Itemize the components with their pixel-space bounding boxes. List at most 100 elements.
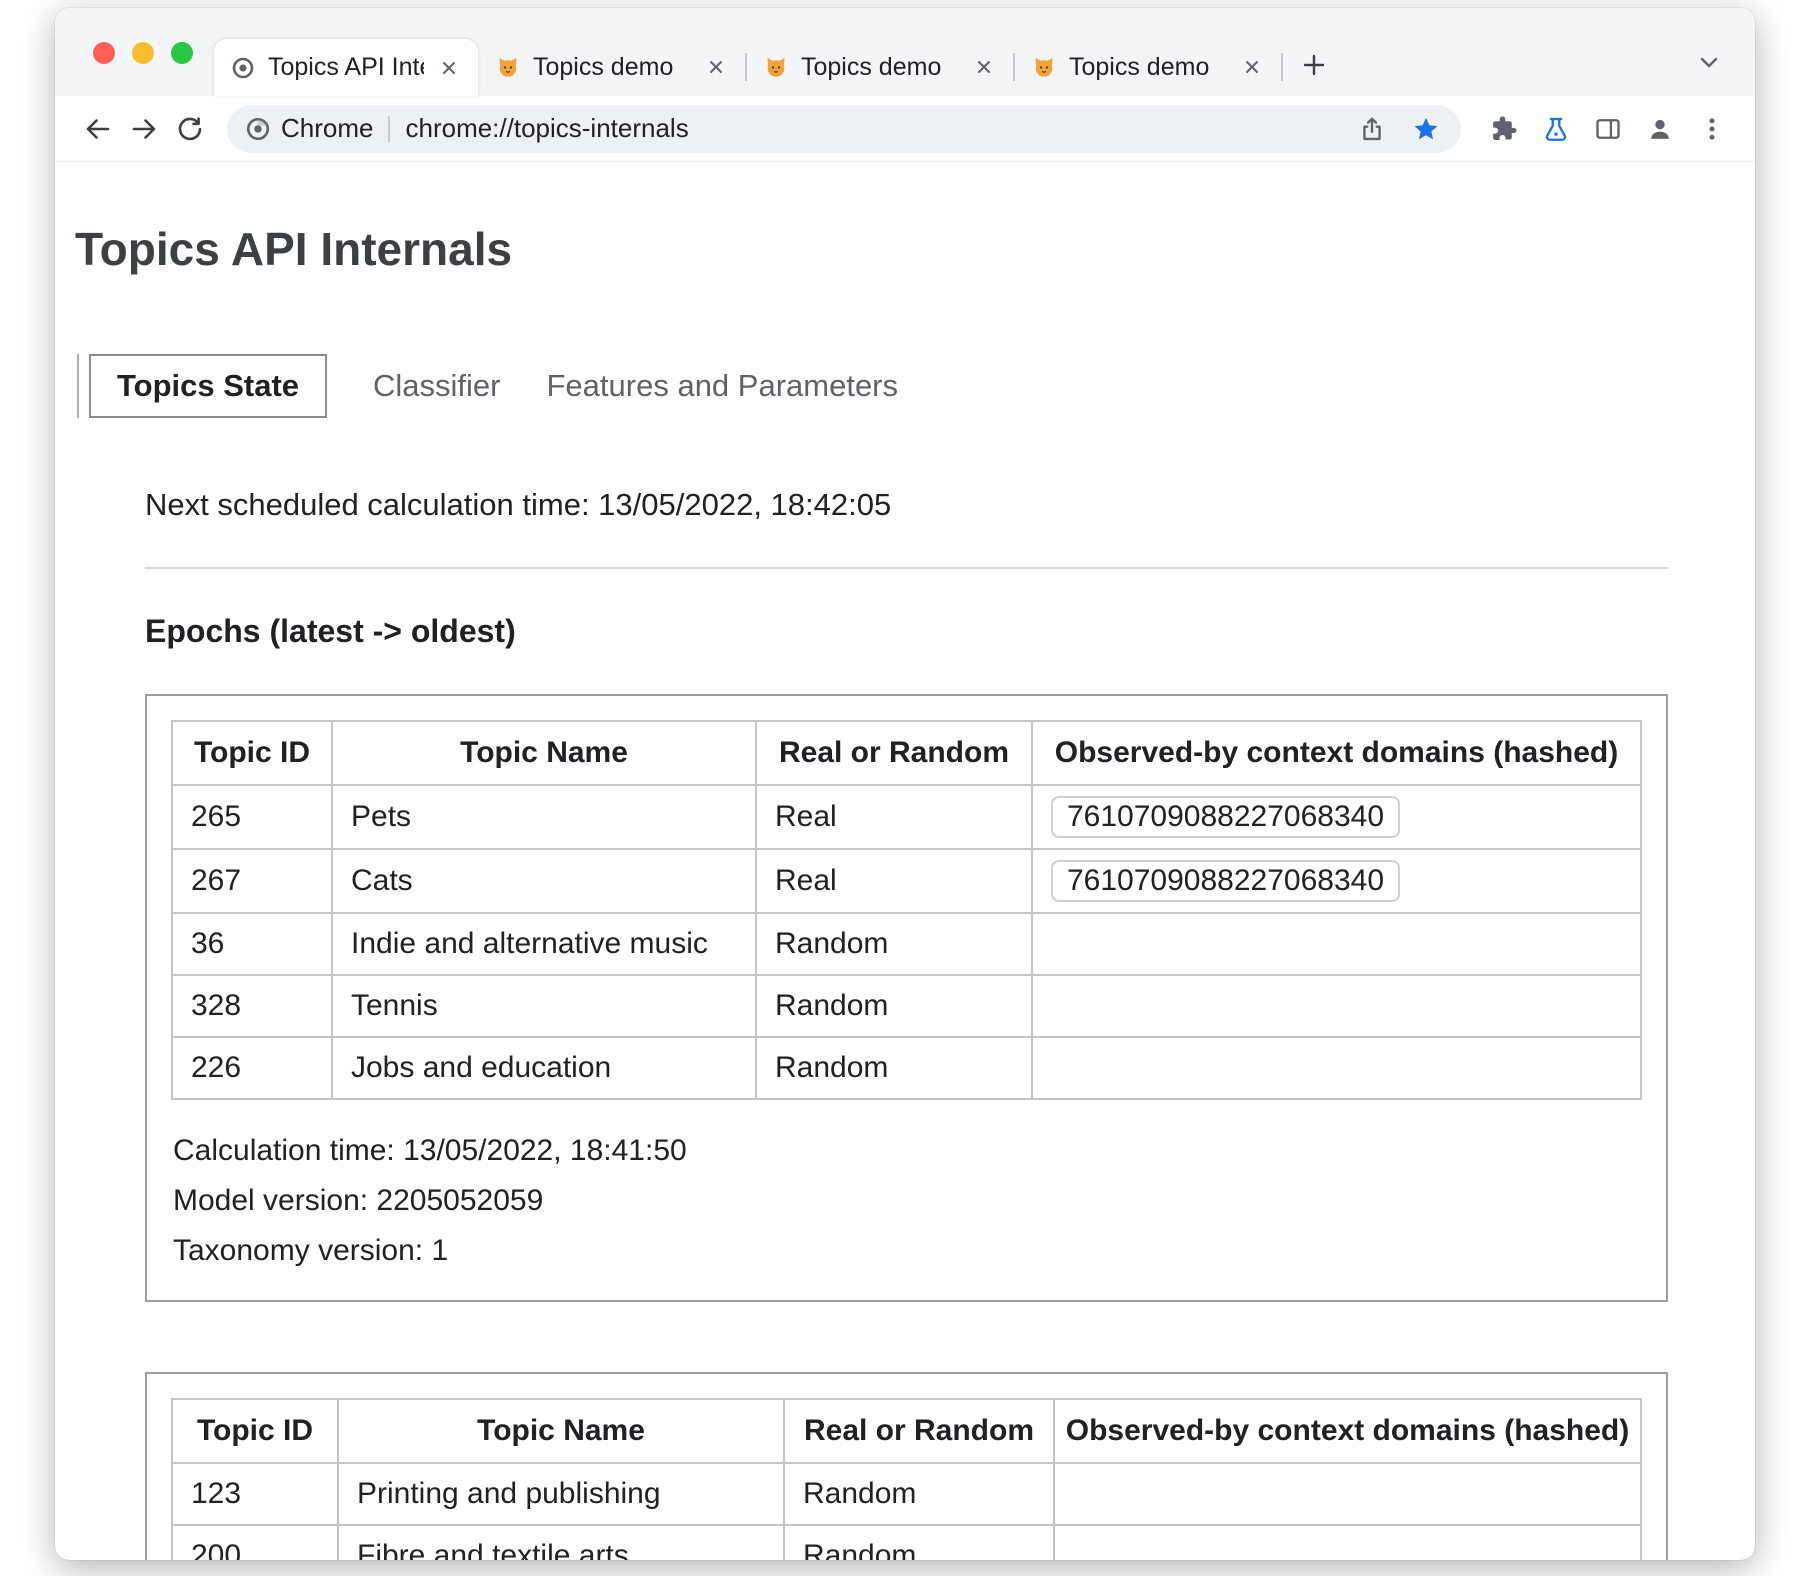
next-calculation-time: Next scheduled calculation time: 13/05/2…	[145, 487, 1668, 523]
observed-by-cell	[1054, 1463, 1641, 1525]
table-row: 123 Printing and publishing Random	[172, 1463, 1641, 1525]
page-content: Topics API Internals Topics State Classi…	[55, 162, 1755, 1560]
browser-tab-topics-demo-2[interactable]: Topics demo	[747, 38, 1013, 96]
real-or-random-cell: Random	[756, 975, 1032, 1037]
topic-name-cell: Printing and publishing	[338, 1463, 784, 1525]
table-row: 200 Fibre and textile arts Random	[172, 1525, 1641, 1560]
close-window-button[interactable]	[93, 42, 115, 64]
topic-id-cell: 123	[172, 1463, 338, 1525]
tab-topics-state[interactable]: Topics State	[89, 354, 327, 418]
col-topic-id: Topic ID	[172, 1399, 338, 1463]
tab-close-icon[interactable]	[971, 54, 997, 80]
browser-tab-topics-internals[interactable]: Topics API Internals	[213, 38, 479, 96]
browser-window: Topics API Internals Topics demo	[55, 8, 1755, 1560]
browser-tab-topics-demo-1[interactable]: Topics demo	[479, 38, 745, 96]
topic-id-cell: 265	[172, 785, 332, 849]
window-controls	[93, 42, 193, 64]
topic-name-cell: Indie and alternative music	[332, 913, 756, 975]
zoom-window-button[interactable]	[171, 42, 193, 64]
epoch-table: Topic ID Topic Name Real or Random Obser…	[171, 1398, 1642, 1560]
topic-id-cell: 200	[172, 1525, 338, 1560]
table-row: 267 Cats Real 7610709088227068340	[172, 849, 1641, 913]
profile-avatar-icon[interactable]	[1637, 106, 1683, 152]
tab-strip: Topics API Internals Topics demo	[55, 8, 1755, 96]
col-observed-by: Observed-by context domains (hashed)	[1032, 721, 1641, 785]
table-row: 226 Jobs and education Random	[172, 1037, 1641, 1099]
tab-close-icon[interactable]	[1239, 54, 1265, 80]
labs-flask-icon[interactable]	[1533, 106, 1579, 152]
tab-features-and-parameters[interactable]: Features and Parameters	[547, 356, 899, 416]
cat-favicon-icon	[1031, 54, 1057, 80]
real-or-random-cell: Random	[784, 1525, 1054, 1560]
bookmark-star-icon[interactable]	[1409, 112, 1443, 146]
reload-button[interactable]	[167, 106, 213, 152]
topic-id-cell: 226	[172, 1037, 332, 1099]
observed-by-cell	[1032, 1037, 1641, 1099]
col-topic-name: Topic Name	[338, 1399, 784, 1463]
tab-title: Topics API Internals	[268, 53, 424, 82]
address-brand-label: Chrome	[281, 113, 373, 144]
col-topic-id: Topic ID	[172, 721, 332, 785]
chrome-favicon-icon	[230, 55, 256, 81]
taxonomy-version: Taxonomy version: 1	[173, 1226, 1642, 1276]
browser-toolbar: Chrome chrome://topics-internals	[55, 96, 1755, 162]
table-header-row: Topic ID Topic Name Real or Random Obser…	[172, 721, 1641, 785]
address-bar[interactable]: Chrome chrome://topics-internals	[227, 105, 1461, 153]
real-or-random-cell: Random	[756, 913, 1032, 975]
tab-search-chevron-button[interactable]	[1689, 42, 1729, 82]
observed-by-cell	[1032, 975, 1641, 1037]
share-icon[interactable]	[1355, 112, 1389, 146]
col-observed-by: Observed-by context domains (hashed)	[1054, 1399, 1641, 1463]
cat-favicon-icon	[763, 54, 789, 80]
col-real-or-random: Real or Random	[756, 721, 1032, 785]
site-chrome-icon	[245, 116, 271, 142]
page-title: Topics API Internals	[75, 222, 1755, 276]
model-version: Model version: 2205052059	[173, 1176, 1642, 1226]
address-url: chrome://topics-internals	[405, 113, 688, 144]
topic-name-cell: Fibre and textile arts	[338, 1525, 784, 1560]
topic-name-cell: Cats	[332, 849, 756, 913]
observed-by-cell	[1054, 1525, 1641, 1560]
browser-tab-topics-demo-3[interactable]: Topics demo	[1015, 38, 1281, 96]
real-or-random-cell: Real	[756, 785, 1032, 849]
forward-button[interactable]	[121, 106, 167, 152]
table-row: 328 Tennis Random	[172, 975, 1641, 1037]
address-divider	[388, 116, 390, 142]
page-tab-bar: Topics State Classifier Features and Par…	[77, 354, 898, 418]
tab-close-icon[interactable]	[436, 55, 462, 81]
epoch-box-latest: Topic ID Topic Name Real or Random Obser…	[145, 694, 1668, 1302]
minimize-window-button[interactable]	[132, 42, 154, 64]
topic-name-cell: Tennis	[332, 975, 756, 1037]
hashed-domain-badge: 7610709088227068340	[1051, 796, 1400, 838]
epoch-box-older: Topic ID Topic Name Real or Random Obser…	[145, 1372, 1668, 1560]
topic-name-cell: Pets	[332, 785, 756, 849]
hashed-domain-badge: 7610709088227068340	[1051, 860, 1400, 902]
epochs-heading: Epochs (latest -> oldest)	[145, 613, 1668, 650]
col-real-or-random: Real or Random	[784, 1399, 1054, 1463]
observed-by-cell	[1032, 913, 1641, 975]
calculation-time: Calculation time: 13/05/2022, 18:41:50	[173, 1126, 1642, 1176]
real-or-random-cell: Real	[756, 849, 1032, 913]
overflow-menu-icon[interactable]	[1689, 106, 1735, 152]
tab-separator	[1281, 53, 1283, 81]
side-panel-icon[interactable]	[1585, 106, 1631, 152]
epoch-info: Calculation time: 13/05/2022, 18:41:50 M…	[173, 1126, 1642, 1276]
table-row: 36 Indie and alternative music Random	[172, 913, 1641, 975]
cat-favicon-icon	[495, 54, 521, 80]
tab-close-icon[interactable]	[703, 54, 729, 80]
table-row: 265 Pets Real 7610709088227068340	[172, 785, 1641, 849]
topic-name-cell: Jobs and education	[332, 1037, 756, 1099]
extensions-puzzle-icon[interactable]	[1481, 106, 1527, 152]
topic-id-cell: 36	[172, 913, 332, 975]
observed-by-cell: 7610709088227068340	[1032, 785, 1641, 849]
tab-classifier[interactable]: Classifier	[373, 356, 500, 416]
back-button[interactable]	[75, 106, 121, 152]
real-or-random-cell: Random	[756, 1037, 1032, 1099]
table-header-row: Topic ID Topic Name Real or Random Obser…	[172, 1399, 1641, 1463]
tab-title: Topics demo	[533, 53, 691, 82]
tab-title: Topics demo	[1069, 53, 1227, 82]
topic-id-cell: 328	[172, 975, 332, 1037]
topic-id-cell: 267	[172, 849, 332, 913]
new-tab-button[interactable]	[1291, 42, 1337, 88]
section-divider	[145, 567, 1668, 569]
